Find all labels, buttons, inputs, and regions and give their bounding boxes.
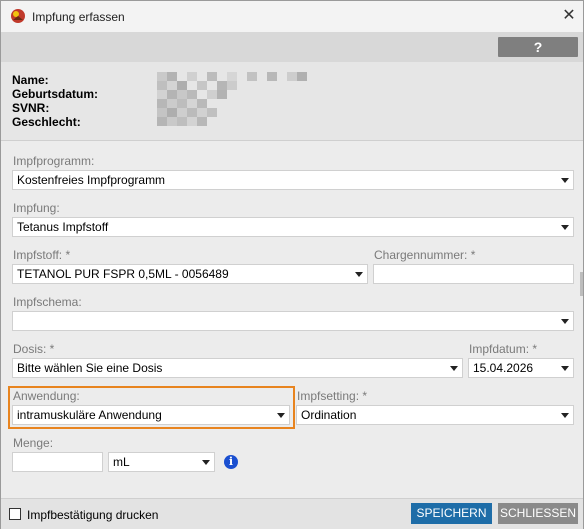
impfschema-select[interactable] [12,311,574,331]
window-title: Impfung erfassen [32,10,125,24]
print-confirmation-checkbox[interactable] [9,508,21,520]
impfstoff-select[interactable]: TETANOL PUR FSPR 0,5ML - 0056489 [12,264,368,284]
chevron-down-icon [450,366,458,371]
impfung-select[interactable]: Tetanus Impfstoff [12,217,574,237]
chevron-down-icon [561,366,569,371]
impfprogramm-select[interactable]: Kostenfreies Impfprogramm [12,170,574,190]
patient-birthdate-label: Geburtsdatum: [12,87,99,101]
app-logo-icon [11,9,25,23]
chevron-down-icon [561,225,569,230]
close-icon[interactable]: ✕ [558,6,580,26]
chevron-down-icon [202,460,210,465]
menge-input[interactable] [12,452,103,472]
chevron-down-icon [561,178,569,183]
chargennummer-input[interactable] [373,264,574,284]
patient-gender-label: Geschlecht: [12,115,81,129]
chevron-down-icon [277,413,285,418]
chevron-down-icon [561,319,569,324]
close-button[interactable]: SCHLIESSEN [498,503,578,524]
impfsetting-select[interactable]: Ordination [296,405,574,425]
menge-label: Menge: [13,436,54,450]
menge-unit-value: mL [113,455,130,469]
patient-name-label: Name: [12,73,49,87]
patient-svnr-label: SVNR: [12,101,50,115]
patient-info: Name: Geburtsdatum: SVNR: Geschlecht: [1,62,583,141]
dialog-window: Impfung erfassen ✕ ? Name: Geburtsdatum:… [0,0,584,529]
title-bar: Impfung erfassen ✕ [1,1,583,32]
dosis-select[interactable]: Bitte wählen Sie eine Dosis [12,358,463,378]
dosis-label: Dosis: * [13,342,55,356]
impfung-value: Tetanus Impfstoff [17,220,109,234]
dosis-value: Bitte wählen Sie eine Dosis [17,361,163,375]
help-button[interactable]: ? [498,37,578,57]
impfprogramm-label: Impfprogramm: [13,154,95,168]
anwendung-label: Anwendung: [13,389,80,403]
impfdatum-label: Impfdatum: * [469,342,538,356]
help-bar: ? [1,32,583,62]
impfdatum-value: 15.04.2026 [473,361,534,375]
impfprogramm-value: Kostenfreies Impfprogramm [17,173,166,187]
dialog-footer: Impfbestätigung drucken SPEICHERN SCHLIE… [1,498,583,529]
chevron-down-icon [355,272,363,277]
menge-unit-select[interactable]: mL [108,452,215,472]
impfdatum-select[interactable]: 15.04.2026 [468,358,574,378]
info-icon[interactable]: i [224,455,238,469]
redacted-patient-data [157,72,307,128]
anwendung-value: intramuskuläre Anwendung [17,408,162,422]
impfsetting-value: Ordination [301,408,357,422]
impfschema-label: Impfschema: [13,295,82,309]
impfstoff-value: TETANOL PUR FSPR 0,5ML - 0056489 [17,267,229,281]
impfung-label: Impfung: [13,201,60,215]
print-confirmation-label[interactable]: Impfbestätigung drucken [27,508,158,522]
save-button[interactable]: SPEICHERN [411,503,492,524]
chevron-down-icon [561,413,569,418]
impfsetting-label: Impfsetting: * [297,389,368,403]
anwendung-select[interactable]: intramuskuläre Anwendung [12,405,290,425]
scrollbar-thumb[interactable] [580,272,583,296]
chargennummer-label: Chargennummer: * [374,248,476,262]
impfstoff-label: Impfstoff: * [13,248,71,262]
